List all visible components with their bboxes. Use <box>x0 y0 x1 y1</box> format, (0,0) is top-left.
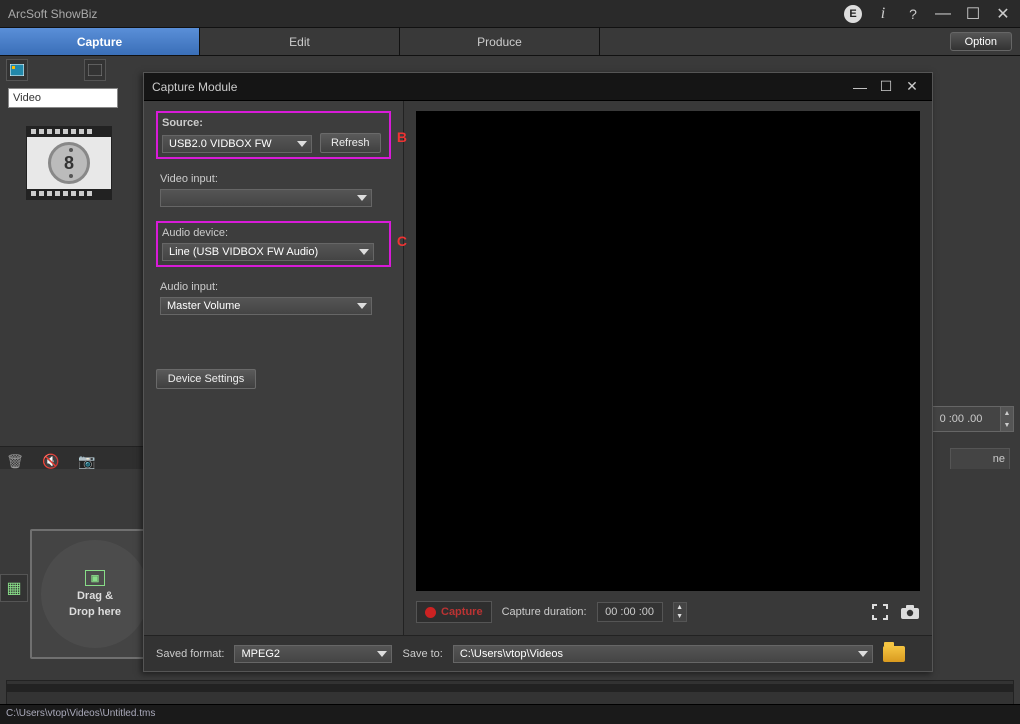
mute-icon[interactable]: 🔇 <box>42 452 60 470</box>
main-tabs: Capture Edit Produce Option <box>0 28 1020 56</box>
audio-device-label: Audio device: <box>162 227 385 239</box>
tab-capture[interactable]: Capture <box>0 28 200 55</box>
audio-input-select[interactable]: Master Volume <box>160 297 372 315</box>
audio-device-group-highlight: C Audio device: Line (USB VIDBOX FW Audi… <box>156 221 391 267</box>
tab-edit[interactable]: Edit <box>200 28 400 55</box>
timeline-edit-icon[interactable]: ▦ <box>0 574 28 602</box>
save-to-label: Save to: <box>402 648 442 660</box>
callout-b: B <box>397 129 407 145</box>
media-thumb[interactable]: 8 <box>26 126 112 200</box>
close-button[interactable]: ✕ <box>994 5 1012 23</box>
delete-icon[interactable]: 🗑 <box>6 452 24 470</box>
media-tab2-icon[interactable] <box>84 59 106 81</box>
refresh-button[interactable]: Refresh <box>320 133 381 153</box>
capture-duration-label: Capture duration: <box>502 606 587 618</box>
drop-zone[interactable]: ▣ Drag & Drop here <box>30 529 160 659</box>
dialog-footer: Saved format: MPEG2 Save to: C:\Users\vt… <box>144 635 932 671</box>
app-title: ArcSoft ShowBiz <box>8 7 844 21</box>
capture-button[interactable]: Capture <box>416 601 492 623</box>
video-preview <box>416 111 920 591</box>
source-group-highlight: B Source: USB2.0 VIDBOX FW Refresh <box>156 111 391 159</box>
right-tab[interactable]: ne <box>950 448 1010 470</box>
video-input-label: Video input: <box>160 173 387 185</box>
dialog-title: Capture Module <box>152 80 846 94</box>
help-icon[interactable]: ? <box>904 5 922 23</box>
chevron-down-icon <box>858 651 868 657</box>
media-filter-select[interactable] <box>8 88 118 108</box>
info-icon[interactable]: i <box>874 5 892 23</box>
countdown-icon: 8 <box>48 142 90 184</box>
maximize-button[interactable]: ☐ <box>964 5 982 23</box>
video-input-select[interactable] <box>160 189 372 207</box>
status-bar: C:\Users\vtop\Videos\Untitled.tms <box>0 704 1020 724</box>
drop-zone-icon: ▣ <box>85 570 105 586</box>
dialog-close-button[interactable]: ✕ <box>900 78 924 96</box>
chevron-down-icon <box>357 195 367 201</box>
chevron-down-icon <box>359 249 369 255</box>
snapshot-icon[interactable] <box>900 602 920 622</box>
capture-module-dialog: Capture Module — ☐ ✕ B Source: USB2.0 VI… <box>143 72 933 672</box>
saved-format-select[interactable]: MPEG2 <box>234 645 392 663</box>
e-badge-icon[interactable]: E <box>844 5 862 23</box>
drop-label-1: Drag & <box>77 590 113 602</box>
dialog-maximize-button[interactable]: ☐ <box>874 78 898 96</box>
audio-input-label: Audio input: <box>160 281 387 293</box>
camera-icon[interactable]: 📷 <box>78 452 96 470</box>
save-to-select[interactable]: C:\Users\vtop\Videos <box>453 645 873 663</box>
saved-format-label: Saved format: <box>156 648 224 660</box>
title-bar: ArcSoft ShowBiz E i ? — ☐ ✕ <box>0 0 1020 28</box>
chevron-down-icon <box>297 141 307 147</box>
source-label: Source: <box>162 117 385 129</box>
minimize-button[interactable]: — <box>934 5 952 23</box>
dialog-minimize-button[interactable]: — <box>848 78 872 96</box>
media-library-icon[interactable] <box>6 59 28 81</box>
record-icon <box>425 607 436 618</box>
chevron-down-icon <box>357 303 367 309</box>
capture-duration-field[interactable]: 00 :00 :00 <box>597 602 663 622</box>
audio-device-select[interactable]: Line (USB VIDBOX FW Audio) <box>162 243 374 261</box>
capture-duration-stepper[interactable]: ▲▼ <box>673 602 687 622</box>
option-button[interactable]: Option <box>950 32 1012 51</box>
tab-produce[interactable]: Produce <box>400 28 600 55</box>
timecode-stepper[interactable]: ▲▼ <box>1000 406 1014 432</box>
drop-label-2: Drop here <box>69 606 121 618</box>
browse-folder-icon[interactable] <box>883 646 905 662</box>
device-settings-button[interactable]: Device Settings <box>156 369 256 389</box>
source-select[interactable]: USB2.0 VIDBOX FW <box>162 135 312 153</box>
chevron-down-icon <box>377 651 387 657</box>
fullscreen-icon[interactable] <box>870 602 890 622</box>
callout-c: C <box>397 233 407 249</box>
